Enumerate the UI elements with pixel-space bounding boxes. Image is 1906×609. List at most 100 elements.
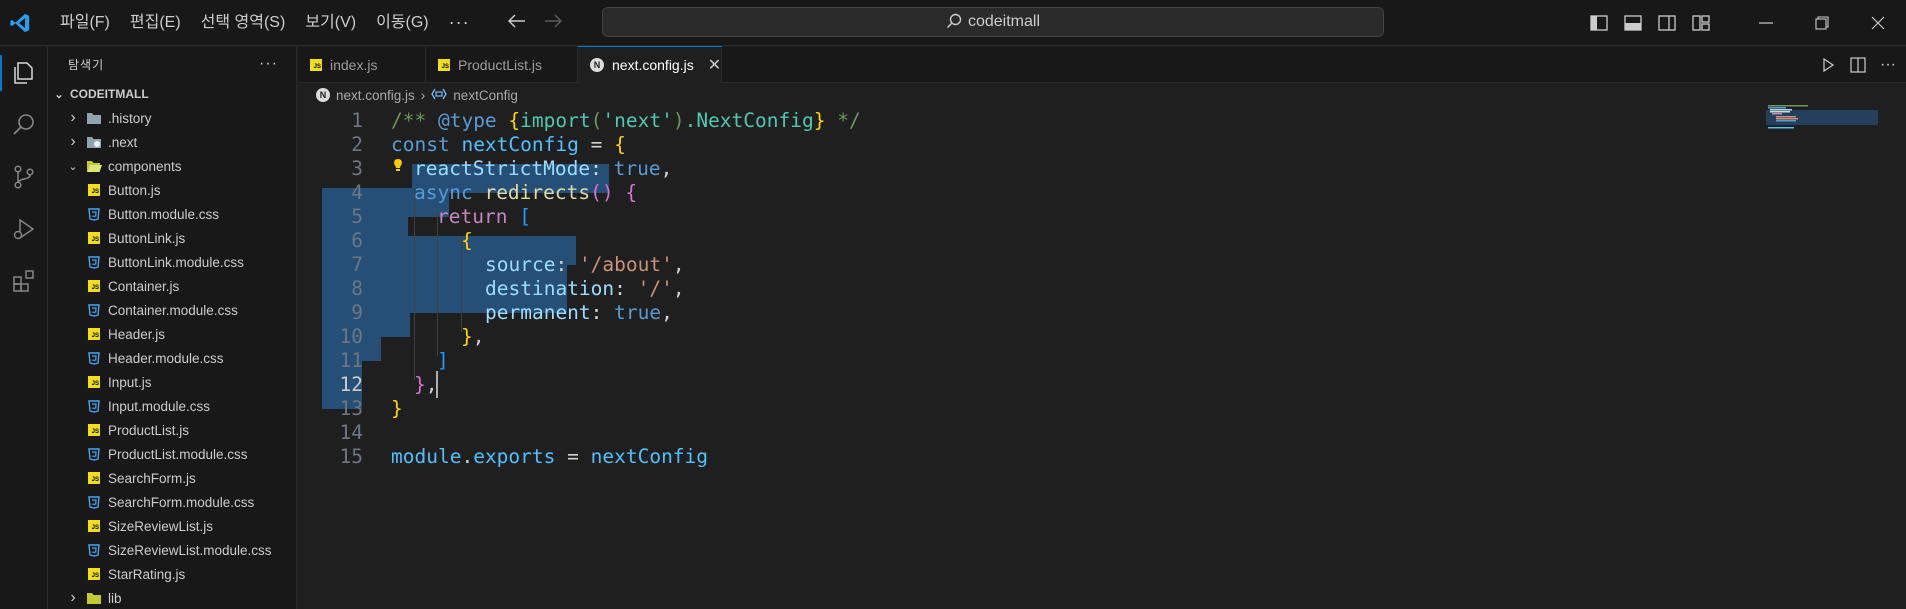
js-file-icon: JS [86,278,102,294]
back-arrow-icon[interactable] [507,11,526,34]
search-icon[interactable] [0,99,48,151]
command-center-search[interactable]: codeitmall [602,7,1384,37]
more-actions-button[interactable]: ··· [1876,53,1900,77]
js-file-icon: JS [86,230,102,246]
source-control-icon[interactable] [0,151,48,203]
folder-open-icon [86,158,102,174]
css-file-icon [86,446,102,462]
tree-item-label: Header.module.css [108,350,224,366]
close-tab-icon[interactable]: ✕ [708,55,721,75]
search-icon [946,13,962,32]
menu-file[interactable]: 파일(F) [50,8,120,38]
tree-item-label: Input.module.css [108,398,211,414]
forward-arrow-icon[interactable] [544,11,562,34]
tree-item-label: SearchForm.js [108,470,196,486]
search-text: codeitmall [967,13,1041,30]
tree-item-label: ButtonLink.js [108,230,186,246]
js-file-icon: JS [86,182,102,198]
tree-item-label: .history [108,110,152,126]
tree-file[interactable]: JS ButtonLink.js [48,226,297,250]
tree-folder-lib[interactable]: › lib [48,586,297,609]
tree-item-label: lib [108,590,122,606]
tab-label: ProductList.js [458,57,543,73]
code-editor[interactable]: 1 /** @type {import('next').NextConfig} … [298,104,1906,609]
minimize-icon[interactable] [1738,0,1794,46]
breadcrumb-separator: › [420,87,426,103]
minimap[interactable] [1766,104,1878,130]
tree-folder-history[interactable]: › .history [48,106,297,130]
toggle-panel-icon[interactable] [1616,8,1650,38]
tree-folder-next[interactable]: › .next [48,130,297,154]
customize-layout-icon[interactable] [1684,8,1718,38]
lightbulb-icon[interactable] [391,158,405,172]
tree-item-label: Button.js [108,182,161,198]
tree-folder-components[interactable]: ⌄ components [48,154,297,178]
menu-selection[interactable]: 선택 영역(S) [191,8,296,38]
tree-file[interactable]: Button.module.css [48,202,297,226]
menu-view[interactable]: 보기(V) [295,8,366,38]
navigation-arrows [507,11,562,34]
restore-icon[interactable] [1794,0,1850,46]
menu-edit[interactable]: 편집(E) [120,8,191,38]
code-text: module.exports = nextConfig [391,445,709,468]
css-file-icon [86,542,102,558]
editor-tabs: JS index.js JS ProductList.js N next.con… [298,46,1906,83]
menu-more-button[interactable]: ··· [439,12,480,33]
tree-file[interactable]: JS ProductList.js [48,418,297,442]
tree-item-label: Header.js [108,326,166,342]
extensions-icon[interactable] [0,255,48,307]
chevron-right-icon: › [70,133,76,150]
js-file-icon: JS [86,422,102,438]
tree-file[interactable]: Container.module.css [48,298,297,322]
tree-file[interactable]: JS Container.js [48,274,297,298]
menu-go[interactable]: 이동(G) [366,8,439,38]
run-debug-icon[interactable] [0,203,48,255]
tree-item-label: Input.js [108,374,152,390]
tree-file[interactable]: JS Header.js [48,322,297,346]
tree-file[interactable]: JS SizeReviewList.js [48,514,297,538]
tab-label: next.config.js [612,57,694,73]
tree-root-codeitmall[interactable]: ⌄ CODEITMALL [48,82,297,106]
tree-file[interactable]: ButtonLink.module.css [48,250,297,274]
tree-file[interactable]: JS Input.js [48,370,297,394]
chevron-down-icon: ⌄ [54,88,64,101]
tree-item-label: ProductList.js [108,422,190,438]
run-icon[interactable] [1816,53,1840,77]
breadcrumb-file[interactable]: next.config.js [336,88,415,103]
tree-file[interactable]: JS Button.js [48,178,297,202]
tree-file[interactable]: Input.module.css [48,394,297,418]
root-folder-label: CODEITMALL [70,87,149,101]
js-file-icon: JS [438,59,450,71]
breadcrumb-symbol[interactable]: nextConfig [453,88,518,103]
split-editor-icon[interactable] [1846,53,1870,77]
code-line-15: 15 module.exports = nextConfig [298,442,1738,471]
tree-file[interactable]: SearchForm.module.css [48,490,297,514]
css-file-icon [86,350,102,366]
tree-file[interactable]: JS SearchForm.js [48,466,297,490]
toggle-secondary-sidebar-icon[interactable] [1650,8,1684,38]
tree-item-label: ProductList.module.css [108,446,248,462]
activity-bar [0,47,48,609]
tab-productlist-js[interactable]: JS ProductList.js [426,47,578,83]
close-window-icon[interactable] [1850,0,1906,46]
tree-file[interactable]: SizeReviewList.module.css [48,538,297,562]
tree-file[interactable]: Header.module.css [48,346,297,370]
editor-actions: ··· [1816,47,1906,83]
tree-file[interactable]: JS StarRating.js [48,562,297,586]
nextjs-file-icon: N [316,88,330,102]
tab-next-config-js[interactable]: N next.config.js ✕ [578,46,722,83]
chevron-right-icon: › [70,109,76,126]
tree-file[interactable]: ProductList.module.css [48,442,297,466]
folder-icon [86,110,102,126]
explorer-icon[interactable] [0,47,48,99]
tab-index-js[interactable]: JS index.js [298,47,426,83]
chevron-right-icon: › [70,589,76,606]
tree-item-label: Container.js [108,278,180,294]
tree-item-label: SizeReviewList.module.css [108,542,272,558]
variable-symbol-icon [431,88,448,103]
tree-item-label: Button.module.css [108,206,220,222]
sidebar-more-button[interactable]: ··· [259,55,278,73]
breadcrumb: N next.config.js › nextConfig [298,84,518,106]
vscode-window: 파일(F) 편집(E) 선택 영역(S) 보기(V) 이동(G) ··· cod… [0,0,1906,609]
toggle-primary-sidebar-icon[interactable] [1582,8,1616,38]
